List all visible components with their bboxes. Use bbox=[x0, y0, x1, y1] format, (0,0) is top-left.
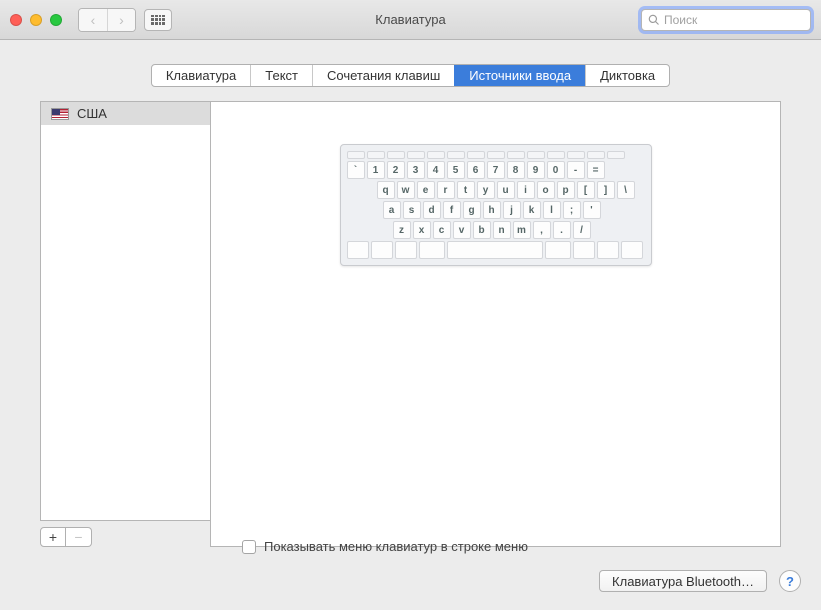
key: i bbox=[517, 181, 535, 199]
key: ] bbox=[597, 181, 615, 199]
key: z bbox=[393, 221, 411, 239]
input-source-list[interactable]: США bbox=[40, 101, 210, 521]
grid-icon bbox=[151, 15, 165, 25]
key: 8 bbox=[507, 161, 525, 179]
key: 5 bbox=[447, 161, 465, 179]
chevron-right-icon: › bbox=[119, 12, 124, 28]
back-button[interactable]: ‹ bbox=[79, 9, 107, 31]
key: \ bbox=[617, 181, 635, 199]
key: f bbox=[443, 201, 461, 219]
key: g bbox=[463, 201, 481, 219]
key: e bbox=[417, 181, 435, 199]
titlebar: ‹ › Клавиатура bbox=[0, 0, 821, 40]
key: 2 bbox=[387, 161, 405, 179]
key bbox=[621, 241, 643, 259]
bluetooth-keyboard-button[interactable]: Клавиатура Bluetooth… bbox=[599, 570, 767, 592]
key: ` bbox=[347, 161, 365, 179]
tab-text[interactable]: Текст bbox=[250, 65, 312, 86]
key: 9 bbox=[527, 161, 545, 179]
search-input[interactable] bbox=[664, 13, 819, 27]
key: c bbox=[433, 221, 451, 239]
content-area: США + − `1234567890-=qwertyuiop[]\asdfgh… bbox=[0, 101, 821, 557]
key: a bbox=[383, 201, 401, 219]
key: n bbox=[493, 221, 511, 239]
key: v bbox=[453, 221, 471, 239]
key: s bbox=[403, 201, 421, 219]
key bbox=[419, 241, 445, 259]
nav-back-forward: ‹ › bbox=[78, 8, 136, 32]
key: [ bbox=[577, 181, 595, 199]
key: / bbox=[573, 221, 591, 239]
tab-input[interactable]: Источники ввода bbox=[454, 65, 585, 86]
key: 6 bbox=[467, 161, 485, 179]
key: o bbox=[537, 181, 555, 199]
show-menu-checkbox[interactable] bbox=[242, 540, 256, 554]
close-window-button[interactable] bbox=[10, 14, 22, 26]
key: 7 bbox=[487, 161, 505, 179]
chevron-left-icon: ‹ bbox=[91, 12, 96, 28]
key: w bbox=[397, 181, 415, 199]
tab-shortcuts[interactable]: Сочетания клавиш bbox=[312, 65, 454, 86]
show-menu-label: Показывать меню клавиатур в строке меню bbox=[264, 539, 528, 554]
key: r bbox=[437, 181, 455, 199]
key: . bbox=[553, 221, 571, 239]
key: d bbox=[423, 201, 441, 219]
key: , bbox=[533, 221, 551, 239]
key bbox=[573, 241, 595, 259]
help-button[interactable]: ? bbox=[779, 570, 801, 592]
key: b bbox=[473, 221, 491, 239]
key bbox=[371, 241, 393, 259]
keyboard-preview-pane: `1234567890-= qwertyuiop[]\ asdfghjkl;' zxc… bbox=[210, 101, 781, 547]
key: 3 bbox=[407, 161, 425, 179]
key bbox=[545, 241, 571, 259]
options-row: Показывать меню клавиатур в строке меню bbox=[0, 539, 821, 554]
key: t bbox=[457, 181, 475, 199]
search-icon bbox=[648, 14, 660, 26]
bottom-bar: Клавиатура Bluetooth… ? bbox=[0, 554, 821, 610]
key: y bbox=[477, 181, 495, 199]
key: p bbox=[557, 181, 575, 199]
window-controls bbox=[10, 14, 62, 26]
key: ; bbox=[563, 201, 581, 219]
key bbox=[347, 241, 369, 259]
key: = bbox=[587, 161, 605, 179]
flag-icon bbox=[51, 108, 69, 120]
tab-bar: КлавиатураТекстСочетания клавишИсточники… bbox=[0, 40, 821, 101]
minimize-window-button[interactable] bbox=[30, 14, 42, 26]
key: 0 bbox=[547, 161, 565, 179]
key bbox=[597, 241, 619, 259]
key: j bbox=[503, 201, 521, 219]
search-field[interactable] bbox=[641, 9, 811, 31]
key: l bbox=[543, 201, 561, 219]
key: m bbox=[513, 221, 531, 239]
key: 4 bbox=[427, 161, 445, 179]
key: u bbox=[497, 181, 515, 199]
preferences-window: ‹ › Клавиатура КлавиатураТекстСочетания … bbox=[0, 0, 821, 610]
input-source-name: США bbox=[77, 106, 107, 121]
keyboard-preview: `1234567890-= qwertyuiop[]\ asdfghjkl;' zxc… bbox=[340, 144, 652, 266]
zoom-window-button[interactable] bbox=[50, 14, 62, 26]
key: h bbox=[483, 201, 501, 219]
input-source-row[interactable]: США bbox=[41, 102, 210, 125]
key: - bbox=[567, 161, 585, 179]
key: ' bbox=[583, 201, 601, 219]
show-all-button[interactable] bbox=[144, 9, 172, 31]
tab-dictation[interactable]: Диктовка bbox=[585, 65, 669, 86]
forward-button[interactable]: › bbox=[107, 9, 135, 31]
key: q bbox=[377, 181, 395, 199]
key bbox=[395, 241, 417, 259]
key: x bbox=[413, 221, 431, 239]
key: 1 bbox=[367, 161, 385, 179]
key: k bbox=[523, 201, 541, 219]
key bbox=[447, 241, 543, 259]
tab-keyboard[interactable]: Клавиатура bbox=[152, 65, 250, 86]
